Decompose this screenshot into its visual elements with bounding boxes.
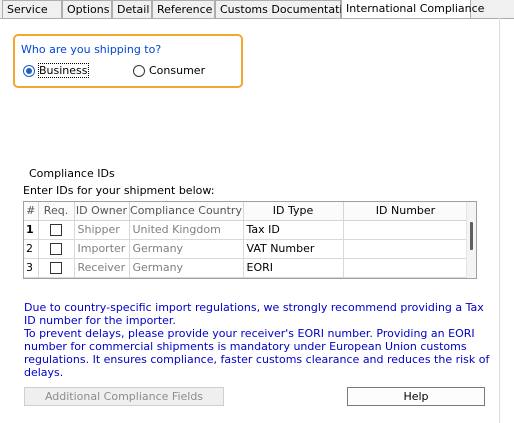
grid-header-row: # Req. ID Owner Compliance Country ID Ty… [24,202,469,221]
required-checkbox[interactable] [50,262,62,274]
id-type-cell[interactable]: VAT Number [243,239,344,259]
col-header-req: Req. [38,202,75,221]
col-header-id-owner: ID Owner [74,202,130,221]
shipping-recipient-group: Who are you shipping to? Business Consum… [13,34,243,88]
col-header-id-number: ID Number [343,202,469,221]
additional-compliance-fields-button[interactable]: Additional Compliance Fields [24,387,224,406]
tab-service[interactable]: Service [2,0,62,19]
scrollbar-thumb[interactable] [470,222,473,250]
id-owner-cell: Importer [74,239,130,259]
col-header-num: # [24,202,39,221]
row-number: 1 [24,220,39,240]
radio-consumer-label: Consumer [149,64,206,77]
compliance-instruction: Enter IDs for your shipment below: [23,184,215,197]
table-row[interactable]: 1 Shipper United Kingdom Tax ID [24,220,469,240]
id-number-cell[interactable] [343,258,469,278]
col-header-compliance-country: Compliance Country [129,202,244,221]
help-button[interactable]: Help [347,387,485,406]
id-type-cell[interactable]: Tax ID [243,220,344,240]
tab-bar: Service Options Detail Reference Customs… [0,0,514,20]
row-number: 3 [24,258,39,278]
tab-international-compliance[interactable]: International Compliance [341,0,484,20]
compliance-ids-grid: # Req. ID Owner Compliance Country ID Ty… [23,201,477,279]
tab-reference[interactable]: Reference [152,0,215,19]
id-type-cell[interactable]: EORI [243,258,344,278]
compliance-notice: Due to country-specific import regulatio… [24,301,498,379]
row-number: 2 [24,239,39,259]
compliance-country-cell: Germany [129,258,244,278]
grid-vertical-scrollbar[interactable] [466,202,476,278]
tab-customs-documentation[interactable]: Customs Documentation [215,0,356,19]
notice-eori: To prevent delays, please provide your r… [24,327,490,379]
compliance-country-cell: Germany [129,239,244,259]
id-number-cell[interactable] [343,220,469,240]
tab-options[interactable]: Options [62,0,112,19]
shipping-question: Who are you shipping to? [21,43,162,56]
radio-business[interactable]: Business [23,63,89,78]
tab-detail[interactable]: Detail [112,0,152,19]
radio-unselected-icon[interactable] [133,64,145,77]
required-checkbox[interactable] [50,224,62,236]
radio-selected-icon[interactable] [23,64,35,77]
id-owner-cell: Receiver [74,258,130,278]
required-checkbox[interactable] [50,243,62,255]
panel-divider [499,18,500,423]
notice-tax-id: Due to country-specific import regulatio… [24,301,484,327]
id-owner-cell: Shipper [74,220,130,240]
compliance-group-title: Compliance IDs [29,167,115,180]
col-header-id-type: ID Type [243,202,344,221]
radio-business-label: Business [38,63,89,78]
compliance-country-cell: United Kingdom [129,220,244,240]
id-number-cell[interactable] [343,239,469,259]
table-row[interactable]: 3 Receiver Germany EORI [24,258,469,278]
radio-consumer[interactable]: Consumer [133,64,205,77]
table-row[interactable]: 2 Importer Germany VAT Number [24,239,469,259]
